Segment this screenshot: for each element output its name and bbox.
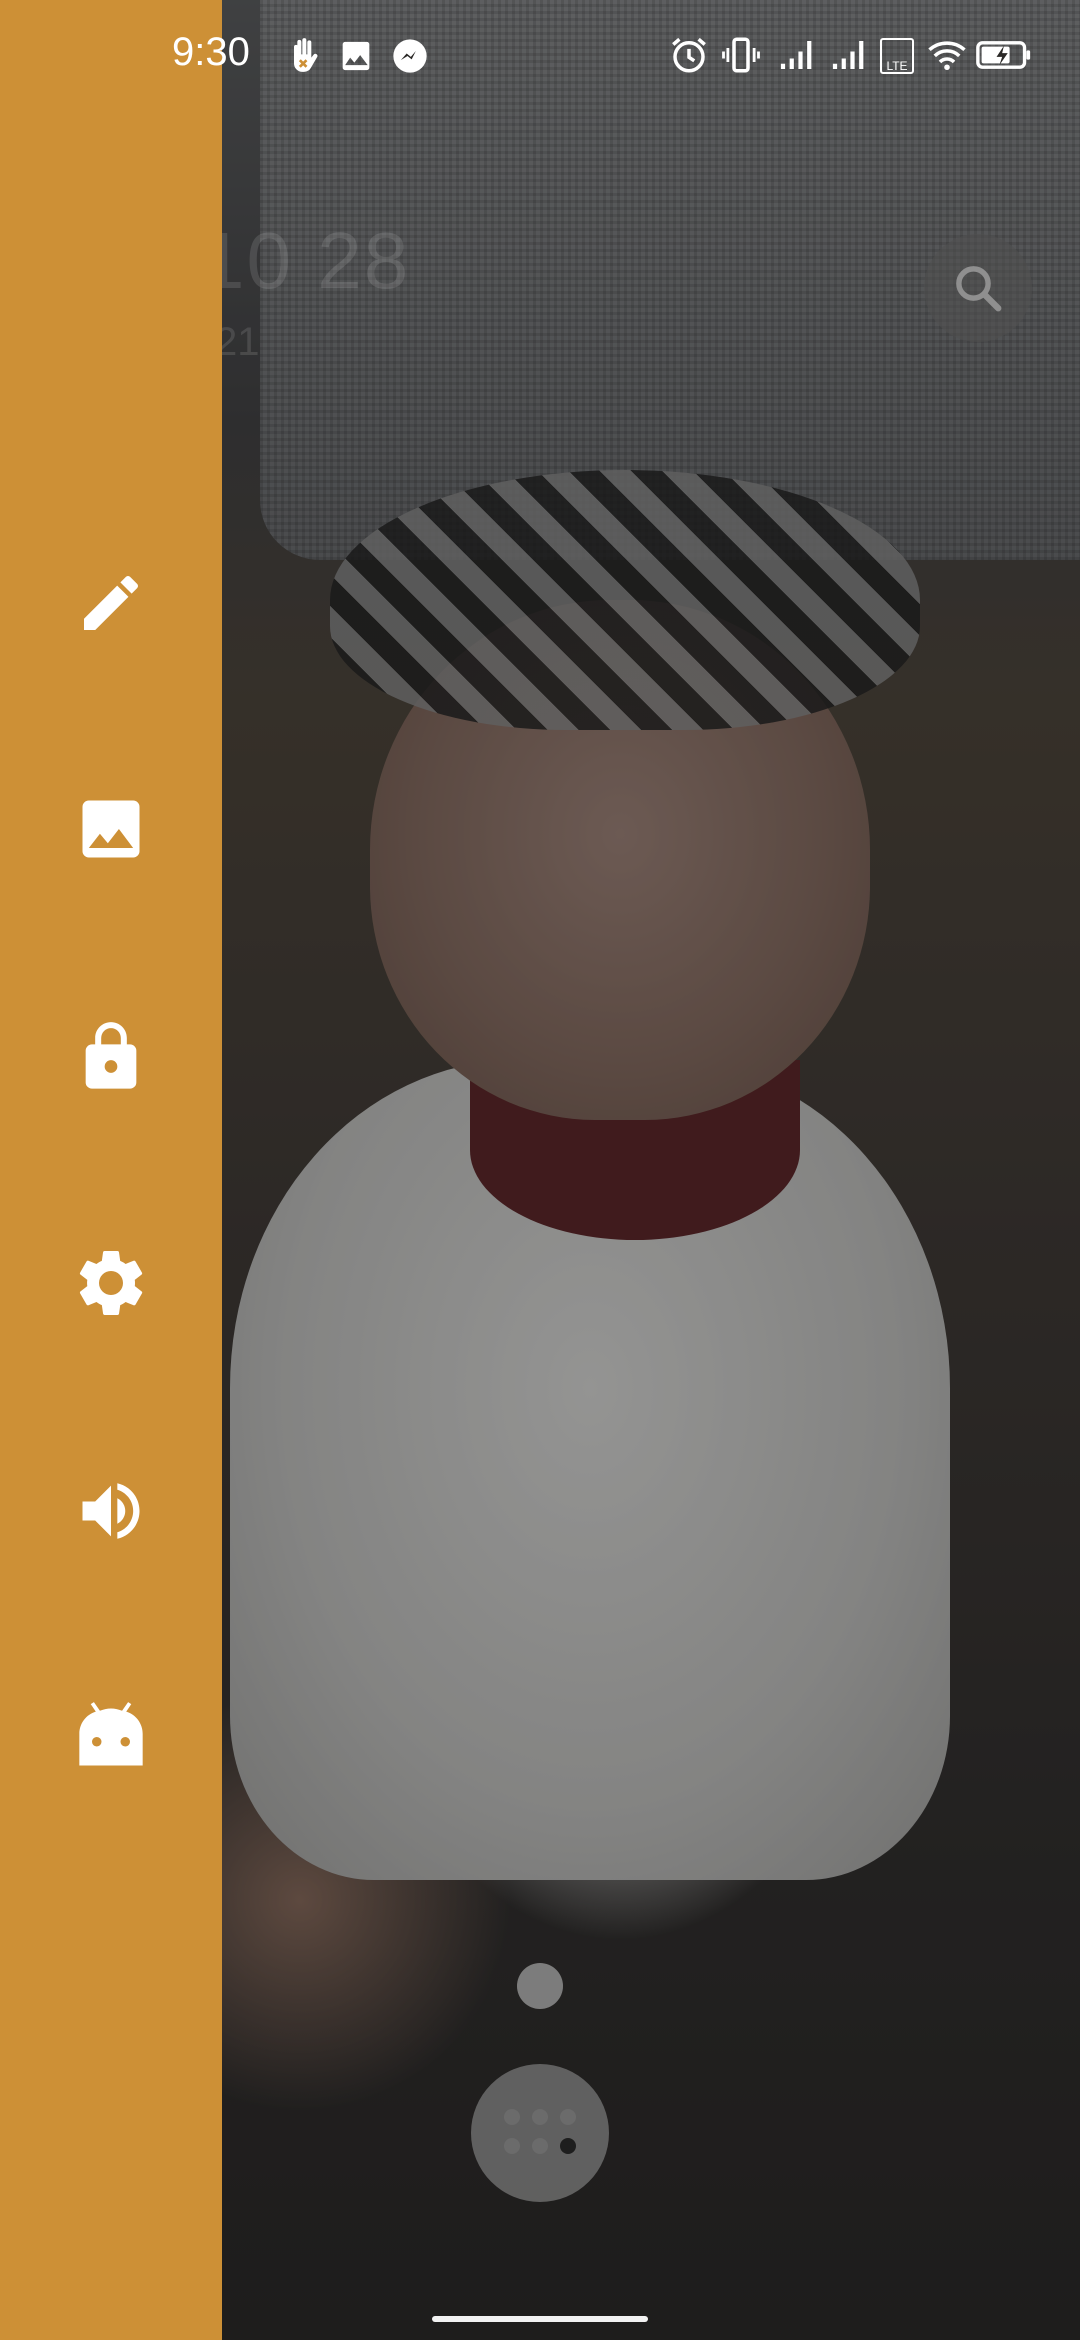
volte-icon: LTE — [880, 38, 914, 74]
pencil-icon — [84, 575, 139, 630]
volte-label: LTE — [886, 59, 908, 73]
wifi-icon — [928, 41, 966, 71]
signal-icon — [780, 41, 812, 69]
status-bar: 9:30 LTE — [0, 0, 1080, 112]
app-drawer-button[interactable] — [471, 2064, 609, 2202]
drawer-item-lock[interactable] — [70, 1016, 152, 1098]
lock-icon — [85, 1022, 137, 1089]
alarm-icon — [672, 37, 706, 73]
messenger-icon — [393, 39, 427, 73]
drawer-item-about[interactable] — [70, 1696, 152, 1778]
gear-icon — [79, 1250, 143, 1315]
status-time: 9:30 — [172, 30, 250, 74]
image-icon — [82, 800, 140, 858]
drawer-item-edit[interactable] — [70, 562, 152, 644]
page-indicator — [517, 1963, 563, 2009]
search-button[interactable] — [924, 234, 1032, 342]
side-drawer — [0, 0, 222, 2340]
background-clock: 10 28 — [200, 216, 411, 305]
vibrate-icon — [722, 37, 760, 73]
drawer-item-wallpaper[interactable] — [70, 788, 152, 870]
drawer-item-sound[interactable] — [70, 1470, 152, 1552]
battery-charging-icon — [976, 41, 1031, 69]
search-icon — [956, 266, 1002, 312]
drawer-item-settings[interactable] — [70, 1242, 152, 1324]
volume-icon — [82, 1483, 140, 1539]
touch-gesture-icon — [294, 38, 318, 72]
android-icon — [79, 1702, 143, 1766]
signal-icon — [832, 41, 864, 69]
home-indicator[interactable] — [432, 2316, 648, 2322]
gallery-notification-icon — [342, 41, 370, 71]
